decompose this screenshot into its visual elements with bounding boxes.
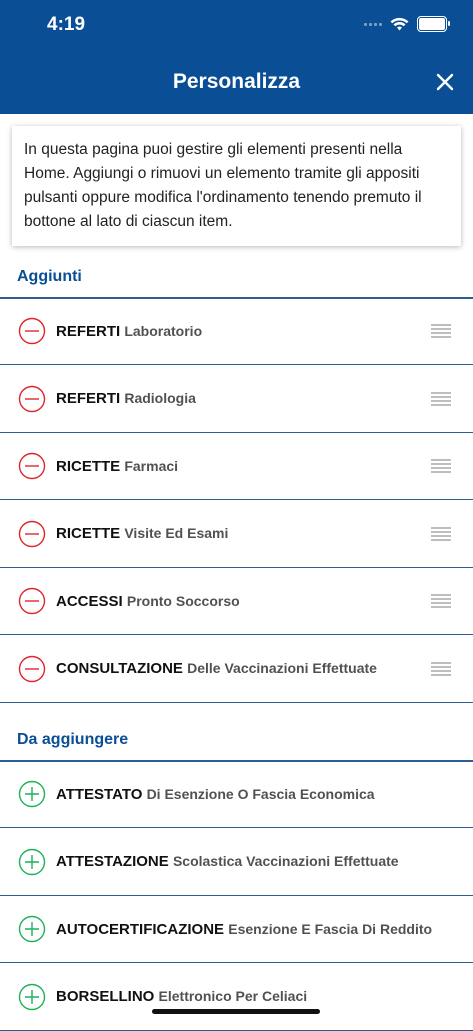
home-indicator[interactable] [152, 1009, 320, 1014]
list-item: AUTOCERTIFICAZIONE Esenzione E Fascia Di… [0, 896, 473, 963]
plus-circle-icon[interactable] [18, 780, 46, 808]
list-item: REFERTI Laboratorio [0, 298, 473, 365]
drag-handle-icon[interactable] [431, 661, 451, 676]
list-item-subtitle: Scolastica Vaccinazioni Effettuate [172, 853, 399, 869]
list-item-label: AUTOCERTIFICAZIONE Esenzione E Fascia Di… [56, 921, 432, 938]
list-item: RICETTE Visite Ed Esami [0, 501, 473, 568]
section-title-added: Aggiunti [17, 268, 82, 285]
list-item-label: CONSULTAZIONE Delle Vaccinazioni Effettu… [56, 660, 377, 677]
list-item-title: CONSULTAZIONE [56, 660, 183, 677]
list-item-title: AUTOCERTIFICAZIONE [56, 920, 225, 938]
minus-circle-icon[interactable] [18, 520, 46, 548]
list-item-subtitle: Laboratorio [124, 322, 203, 339]
list-item-title: RICETTE [56, 457, 121, 475]
list-item: ATTESTATO Di Esenzione O Fascia Economic… [0, 761, 473, 828]
status-icons [364, 16, 450, 32]
list-item-label: REFERTI Radiologia [56, 390, 196, 407]
minus-circle-icon[interactable] [18, 385, 46, 413]
info-card: In questa pagina puoi gestire gli elemen… [12, 126, 461, 246]
list-item-subtitle: Farmaci [124, 457, 179, 474]
wifi-icon [390, 17, 409, 31]
list-item: ATTESTAZIONE Scolastica Vaccinazioni Eff… [0, 829, 473, 896]
list-item-subtitle: Radiologia [124, 390, 196, 406]
list-item-subtitle: Elettronico Per Celiaci [158, 988, 308, 1004]
drag-handle-icon[interactable] [431, 324, 451, 338]
list-item: RICETTE Farmaci [0, 433, 473, 500]
list-item: ACCESSI Pronto Soccorso [0, 568, 473, 635]
minus-circle-icon[interactable] [18, 317, 46, 345]
list-item-title: ATTESTAZIONE [56, 853, 169, 870]
plus-circle-icon[interactable] [18, 915, 46, 943]
plus-circle-icon[interactable] [18, 848, 46, 876]
minus-circle-icon[interactable] [18, 452, 46, 480]
list-item-subtitle: Delle Vaccinazioni Effettuate [187, 660, 377, 676]
list-item-label: RICETTE Visite Ed Esami [56, 525, 228, 542]
status-time: 4:19 [47, 14, 86, 35]
list-item-title: ACCESSI [56, 592, 123, 610]
battery-icon [417, 16, 450, 32]
minus-circle-icon[interactable] [18, 655, 46, 683]
drag-handle-icon[interactable] [431, 594, 451, 608]
signal-icon [364, 22, 382, 26]
list-item-label: ATTESTATO Di Esenzione O Fascia Economic… [56, 786, 375, 803]
list-item-label: REFERTI Laboratorio [56, 323, 202, 340]
list-item-subtitle: Pronto Soccorso [126, 592, 240, 609]
section-title-to-add: Da aggiungere [17, 731, 129, 748]
plus-circle-icon[interactable] [18, 983, 46, 1011]
list-item-label: BORSELLINO Elettronico Per Celiaci [56, 988, 307, 1005]
close-icon[interactable] [433, 70, 457, 94]
list-item: BORSELLINO Elettronico Per Celiaci [0, 964, 473, 1031]
list-item-subtitle: Di Esenzione O Fascia Economica [146, 785, 375, 802]
list-item-subtitle: Visite Ed Esami [124, 525, 229, 541]
list-item-title: RICETTE [56, 525, 121, 542]
list-item-title: BORSELLINO [56, 988, 155, 1005]
drag-handle-icon[interactable] [431, 526, 451, 541]
list-item-label: ATTESTAZIONE Scolastica Vaccinazioni Eff… [56, 853, 399, 870]
list-item-subtitle: Esenzione E Fascia Di Reddito [228, 920, 433, 937]
drag-handle-icon[interactable] [431, 391, 451, 406]
list-item: CONSULTAZIONE Delle Vaccinazioni Effettu… [0, 636, 473, 703]
list-item-title: ATTESTATO [56, 785, 143, 803]
page-title: Personalizza [172, 70, 301, 93]
list-item-title: REFERTI [56, 390, 121, 407]
list-item: REFERTI Radiologia [0, 366, 473, 433]
list-item-label: RICETTE Farmaci [56, 458, 178, 475]
list-item-label: ACCESSI Pronto Soccorso [56, 593, 240, 610]
app-header: 4:19 Personalizza [0, 0, 473, 114]
list-item-title: REFERTI [56, 322, 121, 340]
drag-handle-icon[interactable] [431, 459, 451, 473]
minus-circle-icon[interactable] [18, 587, 46, 615]
